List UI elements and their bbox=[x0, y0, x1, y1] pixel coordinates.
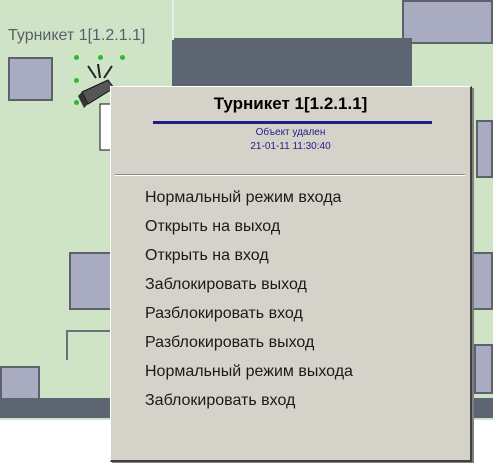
context-menu: Турникет 1[1.2.1.1] Объект удален 21-01-… bbox=[110, 86, 472, 462]
status-timestamp: 21-01-11 11:30:40 bbox=[250, 141, 331, 152]
room-block bbox=[0, 366, 40, 402]
room-block bbox=[8, 57, 53, 101]
room-block bbox=[474, 344, 493, 394]
title-underline bbox=[153, 121, 432, 124]
selection-handle[interactable] bbox=[120, 55, 125, 60]
room-block bbox=[69, 252, 114, 310]
menu-item-normal-entry[interactable]: Нормальный режим входа bbox=[111, 183, 470, 212]
object-status: Объект удален bbox=[255, 127, 326, 138]
menu-separator bbox=[115, 174, 465, 176]
menu-item-unblock-exit[interactable]: Разблокировать выход bbox=[111, 328, 470, 357]
menu-item-normal-exit[interactable]: Нормальный режим выхода bbox=[111, 357, 470, 386]
room-block bbox=[472, 252, 493, 310]
wall-slab bbox=[172, 38, 412, 88]
wall-line bbox=[172, 0, 174, 40]
menu-title: Турникет 1[1.2.1.1] bbox=[213, 94, 368, 113]
menu-item-block-exit[interactable]: Заблокировать выход bbox=[111, 270, 470, 299]
wall-line bbox=[66, 330, 68, 360]
menu-item-unblock-entry[interactable]: Разблокировать вход bbox=[111, 299, 470, 328]
selection-handle[interactable] bbox=[74, 55, 79, 60]
wall-line bbox=[66, 330, 110, 332]
room-block bbox=[476, 120, 493, 178]
selection-handle[interactable] bbox=[98, 55, 103, 60]
menu-item-block-entry[interactable]: Заблокировать вход bbox=[111, 386, 470, 415]
menu-item-open-exit[interactable]: Открыть на выход bbox=[111, 212, 470, 241]
menu-item-open-entry[interactable]: Открыть на вход bbox=[111, 241, 470, 270]
turnstile-map-label: Турникет 1[1.2.1.1] bbox=[8, 27, 146, 44]
room-block bbox=[402, 0, 493, 44]
menu-items: Нормальный режим входа Открыть на выход … bbox=[111, 183, 470, 415]
